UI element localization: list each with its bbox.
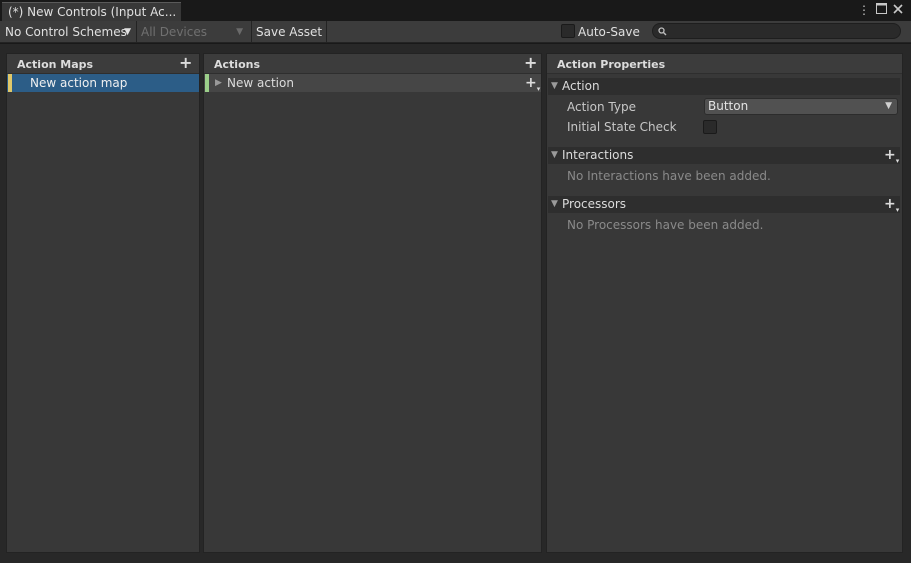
actions-header: Actions + bbox=[204, 54, 541, 74]
chevron-down-icon: ▼ bbox=[885, 101, 892, 111]
action-section-title: Action bbox=[562, 79, 600, 93]
actions-title: Actions bbox=[214, 58, 260, 71]
interactions-section-header[interactable]: ▼ Interactions +▾ bbox=[548, 147, 900, 165]
action-maps-panel: Action Maps + New action map bbox=[6, 53, 200, 553]
save-asset-button[interactable]: Save Asset bbox=[251, 22, 326, 42]
plus-icon[interactable]: + bbox=[524, 55, 537, 71]
processors-empty-text: No Processors have been added. bbox=[567, 218, 764, 232]
action-properties-title: Action Properties bbox=[557, 58, 666, 71]
search-icon bbox=[658, 27, 667, 36]
processors-title: Processors bbox=[562, 197, 627, 211]
kebab-icon[interactable]: ⋮ bbox=[857, 3, 871, 17]
title-bar: (*) New Controls (Input Ac... ⋮ bbox=[0, 0, 911, 21]
action-type-dropdown[interactable]: Button ▼ bbox=[704, 98, 898, 115]
list-item-action-map[interactable]: New action map bbox=[7, 74, 199, 92]
triangle-down-icon: ▼ bbox=[551, 150, 558, 160]
add-interaction-icon[interactable]: +▾ bbox=[884, 148, 899, 168]
plus-icon[interactable]: + bbox=[179, 55, 192, 71]
action-type-value: Button bbox=[708, 99, 749, 113]
interactions-title: Interactions bbox=[562, 148, 634, 162]
search-input[interactable] bbox=[652, 23, 901, 39]
maximize-icon[interactable] bbox=[874, 3, 888, 17]
list-item-action[interactable]: ▶ New action +▾ bbox=[204, 74, 541, 93]
triangle-down-icon: ▼ bbox=[551, 81, 558, 91]
action-properties-header: Action Properties bbox=[547, 54, 902, 74]
expand-arrow-icon[interactable]: ▶ bbox=[215, 74, 222, 92]
interactions-empty-text: No Interactions have been added. bbox=[567, 169, 771, 183]
actions-panel: Actions + ▶ New action +▾ bbox=[203, 53, 542, 553]
auto-save-label: Auto-Save bbox=[578, 25, 640, 39]
chevron-down-icon: ▼ bbox=[236, 27, 243, 37]
action-maps-title: Action Maps bbox=[17, 58, 94, 71]
devices-dropdown[interactable]: All Devices ▼ bbox=[136, 22, 247, 42]
processors-section-header[interactable]: ▼ Processors +▾ bbox=[548, 196, 900, 214]
divider bbox=[326, 21, 327, 43]
action-map-marker bbox=[8, 74, 12, 92]
control-scheme-dropdown[interactable]: No Control Schemes ▼ bbox=[0, 22, 135, 42]
triangle-down-icon: ▼ bbox=[551, 199, 558, 209]
action-label: New action bbox=[227, 76, 294, 90]
save-asset-label: Save Asset bbox=[256, 25, 323, 39]
window-tab[interactable]: (*) New Controls (Input Ac... bbox=[2, 2, 181, 21]
chevron-down-icon: ▼ bbox=[124, 27, 131, 37]
action-section-header[interactable]: ▼ Action bbox=[548, 78, 900, 95]
control-scheme-label: No Control Schemes bbox=[5, 25, 127, 39]
add-processor-icon[interactable]: +▾ bbox=[884, 197, 899, 217]
action-type-label: Action Type bbox=[567, 100, 636, 114]
initial-state-checkbox[interactable] bbox=[703, 120, 717, 134]
action-marker bbox=[205, 74, 209, 92]
devices-label: All Devices bbox=[141, 25, 207, 39]
action-maps-header: Action Maps + bbox=[7, 54, 199, 74]
initial-state-label: Initial State Check bbox=[567, 120, 677, 134]
add-binding-icon[interactable]: +▾ bbox=[525, 76, 540, 96]
close-icon[interactable] bbox=[891, 3, 905, 17]
editor-content: Action Maps + New action map Actions + ▶… bbox=[0, 44, 911, 563]
action-map-label: New action map bbox=[30, 76, 128, 90]
